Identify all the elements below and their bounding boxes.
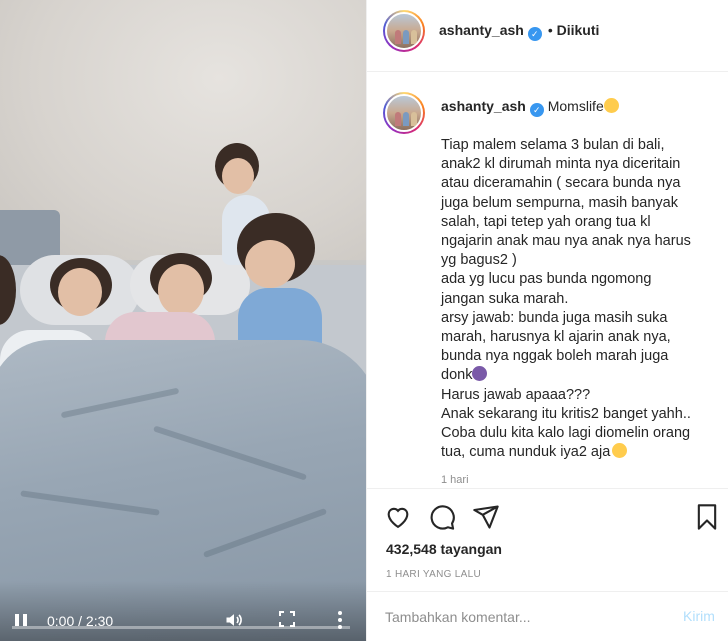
post-date[interactable]: 1 HARI YANG LALU [386,569,481,580]
bookmark-icon[interactable] [693,503,721,531]
video-progress-bar[interactable] [12,626,350,629]
caption-section: ashanty_ash ✓ Momslife Tiap malem selama … [367,72,728,488]
grinning-emoji-icon [612,443,628,459]
share-icon[interactable] [472,503,500,531]
caption-line: ngajarin anak mau nya anak nya harus [441,233,691,250]
follow-status-button[interactable]: Diikuti [557,22,600,38]
caption-line: marah, harusnya kl ajarin anak nya, [441,329,671,346]
avatar[interactable] [383,92,425,134]
caption-text: Tiap malem selama 3 bulan di bali, anak2 … [441,136,716,462]
caption-line: bunda nya nggak boleh marah juga [441,348,669,365]
caption-line: ada yg lucu pas bunda ngomong [441,271,652,288]
video-frame-person [158,264,204,316]
comment-icon[interactable] [428,503,456,531]
heart-icon[interactable] [384,503,412,531]
caption-line: tua, cuma nunduk iya2 aja [441,443,716,462]
avatar[interactable] [383,10,425,52]
post-panel: ashanty_ash ✓ • Diikuti ashanty_ash ✓ Momsl… [366,0,728,641]
caption-line: atau diceramahin ( secara bunda nya [441,175,681,192]
caption-line: Harus jawab apaaa??? [441,386,591,403]
actions-section: 432,548 tayangan 1 HARI YANG LALU Kirim [367,488,728,640]
verified-badge-icon: ✓ [527,27,542,41]
caption-timestamp[interactable]: 1 hari [441,474,469,486]
video-player[interactable]: 0:00 / 2:30 [0,0,366,641]
video-frame-person [222,158,254,194]
caption-line: salah, tapi tetep yah orang tua kl [441,213,651,230]
caption-line: Tiap malem selama 3 bulan di bali, [441,137,665,153]
post-header: ashanty_ash ✓ • Diikuti [367,0,728,72]
follow-separator: • [547,22,553,38]
caption-line: anak2 kl dirumah minta nya diceritain [441,156,681,173]
video-frame-person [245,240,295,288]
smiling-hearts-emoji-icon [603,98,619,113]
caption-line: juga belum sempurna, masih banyak [441,194,678,211]
comment-bar: Kirim [367,591,728,641]
fullscreen-icon[interactable] [279,611,295,627]
view-count[interactable]: 432,548 tayangan [386,541,502,557]
caption-line: Anak sekarang itu kritis2 banget yahh.. [441,405,691,422]
header-username[interactable]: ashanty_ash [439,22,524,38]
verified-badge-icon: ✓ [529,103,544,117]
caption-line: arsy jawab: bunda juga masih suka [441,309,668,326]
post-comment-button[interactable]: Kirim [683,608,715,624]
video-controls: 0:00 / 2:30 [0,581,366,641]
video-frame-person [58,268,102,316]
caption-line: yg bagus2 ) [441,252,517,269]
caption-first-text: Momslife [547,98,604,114]
caption-username[interactable]: ashanty_ash [441,98,526,114]
caption-line: jangan suka marah. [441,290,569,307]
comment-input[interactable] [385,606,665,628]
caption-line: donk [441,366,716,385]
woman-emoji-icon [472,366,488,382]
caption-line: Coba dulu kita kalo lagi diomelin orang [441,425,691,442]
